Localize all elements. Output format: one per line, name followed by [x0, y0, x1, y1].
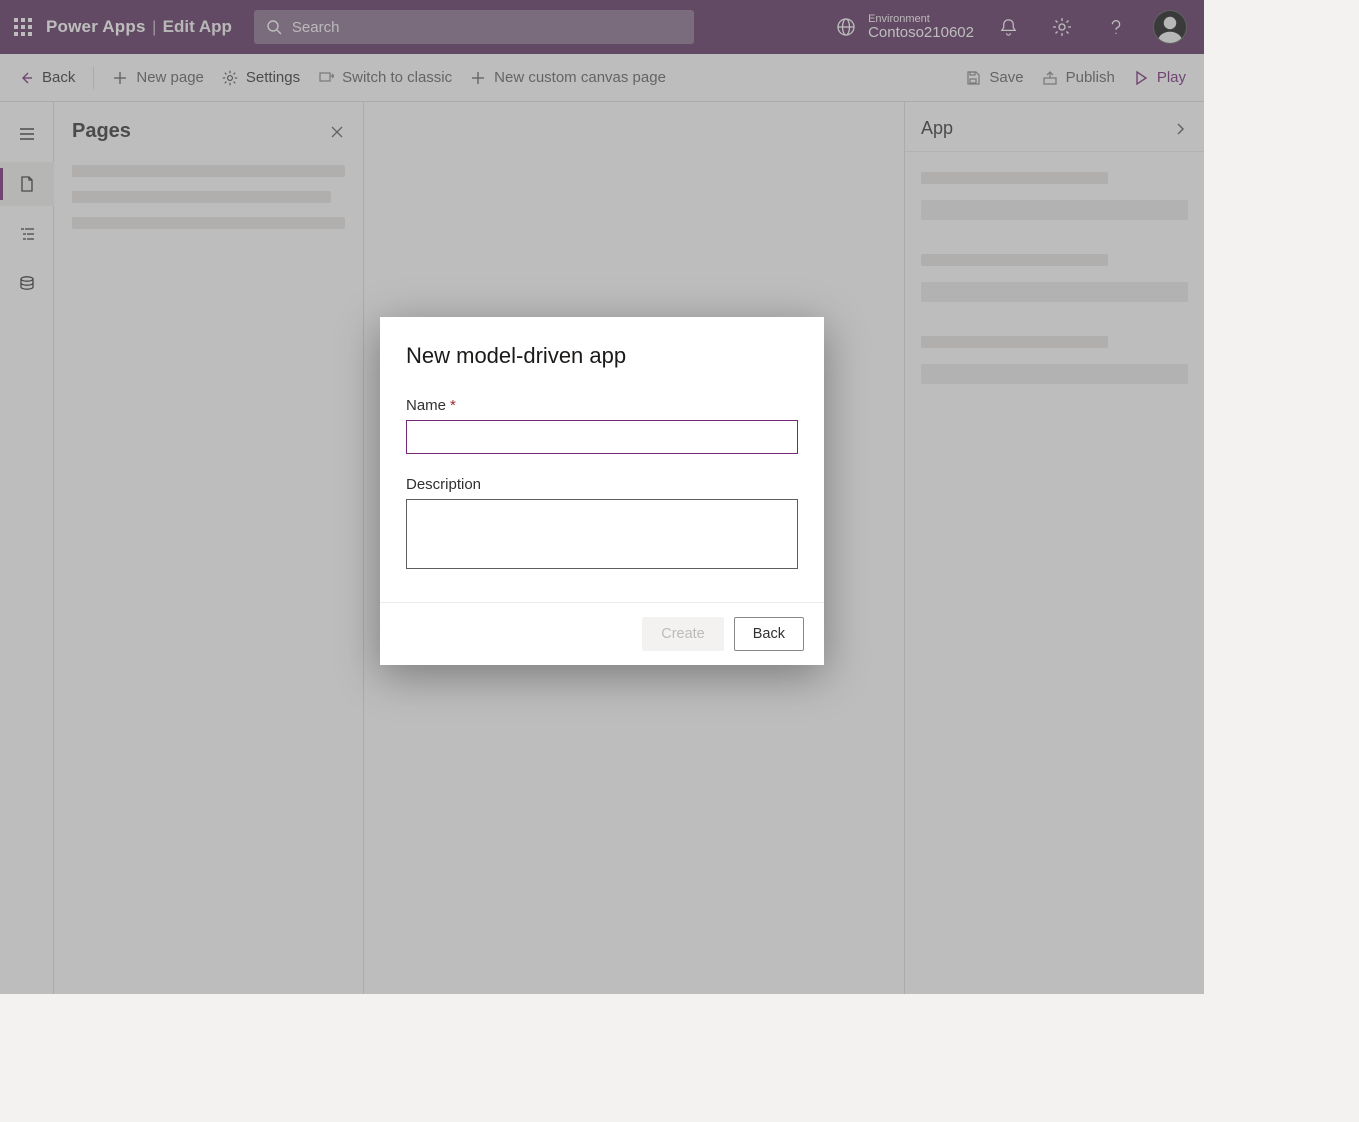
name-field-label: Name* [406, 397, 798, 414]
modal-title: New model-driven app [406, 343, 798, 369]
new-app-modal: New model-driven app Name* Description C… [380, 317, 824, 665]
app-root: Power Apps | Edit App Environment Contos… [0, 0, 1204, 994]
create-button[interactable]: Create [642, 617, 724, 651]
modal-back-button[interactable]: Back [734, 617, 804, 651]
name-input[interactable] [406, 420, 798, 454]
description-input[interactable] [406, 499, 798, 569]
modal-footer: Create Back [380, 602, 824, 665]
description-field-label: Description [406, 476, 798, 493]
